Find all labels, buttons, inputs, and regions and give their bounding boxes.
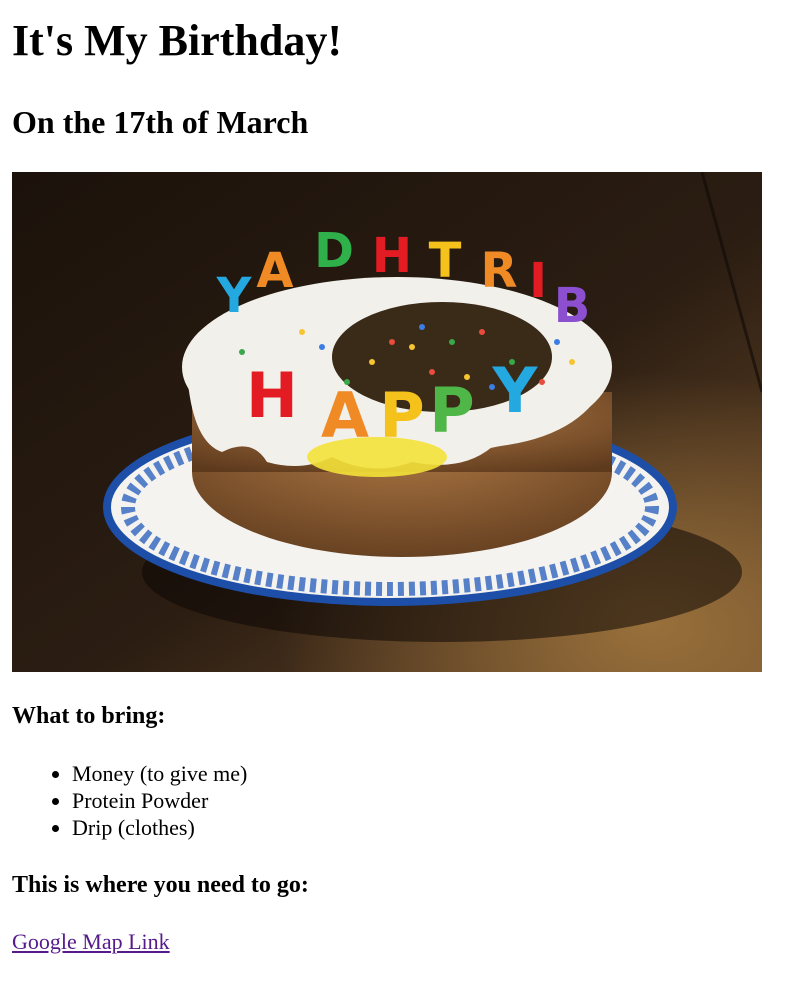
what-to-bring-heading: What to bring: xyxy=(12,703,166,729)
candle-letter: P xyxy=(429,374,474,447)
link-paragraph: Google Map Link xyxy=(12,929,775,955)
candle-letter: I xyxy=(529,253,547,309)
candle-letter: H xyxy=(372,228,412,284)
page: It's My Birthday! On the 17th of March Y… xyxy=(0,0,787,955)
candle-letter: B xyxy=(554,278,591,334)
event-date: On the 17th of March xyxy=(12,104,309,140)
list-item: Protein Powder xyxy=(72,787,775,814)
candle-letter: Y xyxy=(492,354,539,427)
list-item: Drip (clothes) xyxy=(72,814,775,841)
candle-letter: P xyxy=(379,379,424,452)
candle-letter: T xyxy=(429,233,462,289)
page-title: It's My Birthday! xyxy=(12,16,342,65)
candle-letter: Y xyxy=(216,268,253,324)
birthday-cake-image: Y A D H T R I B H A P P Y xyxy=(12,172,762,672)
list-item: Money (to give me) xyxy=(72,760,775,787)
candle-letter: D xyxy=(314,223,354,279)
location-heading: This is where you need to go: xyxy=(12,872,309,898)
google-map-link[interactable]: Google Map Link xyxy=(12,929,170,954)
candle-letter: H xyxy=(246,359,298,432)
bring-list: Money (to give me) Protein Powder Drip (… xyxy=(12,760,775,841)
candle-letter: A xyxy=(321,379,369,452)
candle-letter: R xyxy=(481,243,518,299)
candle-letter: A xyxy=(256,243,293,299)
